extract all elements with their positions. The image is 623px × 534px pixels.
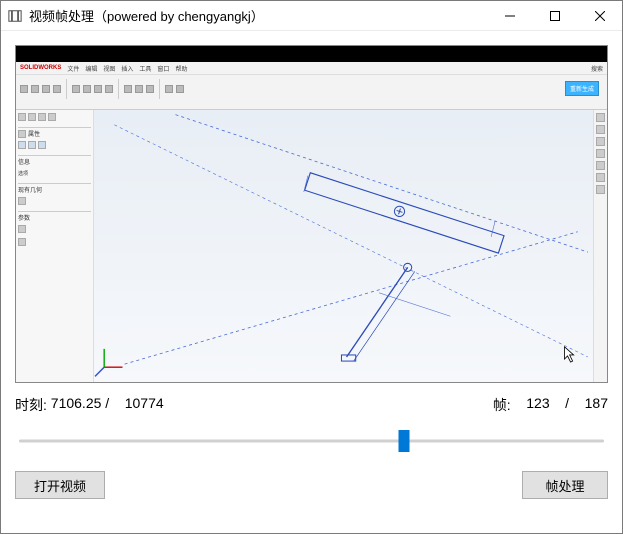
spacer [115,471,512,499]
menu-item: 文件 [67,64,79,73]
side-tool-icon [596,185,605,194]
embedded-body: 属性 信息 选项 现有几何 参数 [16,110,607,382]
tree-row: 属性 [18,127,91,137]
embedded-menubar: SOLIDWORKS 文件 编辑 视图 插入 工具 窗口 帮助 搜索 [16,62,607,74]
menu-item: 帮助 [175,64,187,73]
separator [118,79,119,99]
tool-icon [105,85,113,93]
open-video-button[interactable]: 打开视频 [15,471,105,499]
tool-icon [53,85,61,93]
window-controls [487,1,622,30]
embedded-ribbon: 重新生成 [16,74,607,102]
search-box: 搜索 [591,64,603,73]
side-tool-icon [596,161,605,170]
tree-row: 选项 [18,168,91,178]
rebuild-button: 重新生成 [565,81,599,96]
frame-label: 帧: [493,395,526,415]
app-icon [7,8,23,24]
close-button[interactable] [577,1,622,30]
frame-value: 123 [526,395,549,415]
menu-item: 编辑 [85,64,97,73]
tool-icon [31,85,39,93]
frame-slider[interactable] [15,431,608,451]
slider-track [19,440,604,443]
time-label: 时刻: [15,395,51,415]
maximize-button[interactable] [532,1,577,30]
frame-total: 187 [585,395,608,415]
titlebar: 视频帧处理（powered by chengyangkj） [1,1,622,31]
sketch-drawing [94,110,593,382]
content-area: SOLIDWORKS 文件 编辑 视图 插入 工具 窗口 帮助 搜索 [1,31,622,533]
frame-sep: / [550,395,585,415]
side-tool-icon [596,137,605,146]
tree-row [18,237,91,247]
tool-icon [146,85,154,93]
minimize-button[interactable] [487,1,532,30]
process-frame-button[interactable]: 帧处理 [522,471,608,499]
tool-icon [176,85,184,93]
separator [159,79,160,99]
menu-item: 工具 [139,64,151,73]
tab-icon [18,113,26,121]
tree-tabs [18,112,91,122]
side-tool-icon [596,125,605,134]
tool-icon [135,85,143,93]
video-frame: SOLIDWORKS 文件 编辑 视图 插入 工具 窗口 帮助 搜索 [15,45,608,383]
brand-logo: SOLIDWORKS [20,65,61,71]
tool-icon [42,85,50,93]
tool-icon [165,85,173,93]
side-tool-icon [596,173,605,182]
status-row: 时刻: 7106.25 / 10774 帧: 123 / 187 [15,391,608,419]
tool-icon [83,85,91,93]
tree-row: 信息 [18,155,91,165]
time-value: 7106.25 [51,395,102,415]
window-title: 视频帧处理（powered by chengyangkj） [29,6,487,25]
time-total: 10774 [125,395,164,415]
time-sep: / [101,395,124,415]
tab-icon [48,113,56,121]
embedded-feature-tree: 属性 信息 选项 现有几何 参数 [16,110,94,382]
main-window: 视频帧处理（powered by chengyangkj） SOLIDWORKS… [0,0,623,534]
embedded-canvas [94,110,593,382]
tool-icon [124,85,132,93]
menu-item: 窗口 [157,64,169,73]
slider-thumb[interactable] [398,430,409,452]
separator [66,79,67,99]
side-tool-icon [596,113,605,122]
side-tool-icon [596,149,605,158]
tab-icon [38,113,46,121]
video-top-blackbar [16,46,607,62]
tree-row: 参数 [18,211,91,221]
tree-row [18,196,91,206]
tab-icon [28,113,36,121]
embedded-toolbar: SOLIDWORKS 文件 编辑 视图 插入 工具 窗口 帮助 搜索 [16,62,607,110]
tool-icon [20,85,28,93]
tree-row [18,140,91,150]
menu-item: 插入 [121,64,133,73]
tool-icon [94,85,102,93]
menu-item: 视图 [103,64,115,73]
button-row: 打开视频 帧处理 [15,471,608,499]
tree-row [18,224,91,234]
tree-row: 现有几何 [18,183,91,193]
embedded-right-toolbar [593,110,607,382]
tool-icon [72,85,80,93]
